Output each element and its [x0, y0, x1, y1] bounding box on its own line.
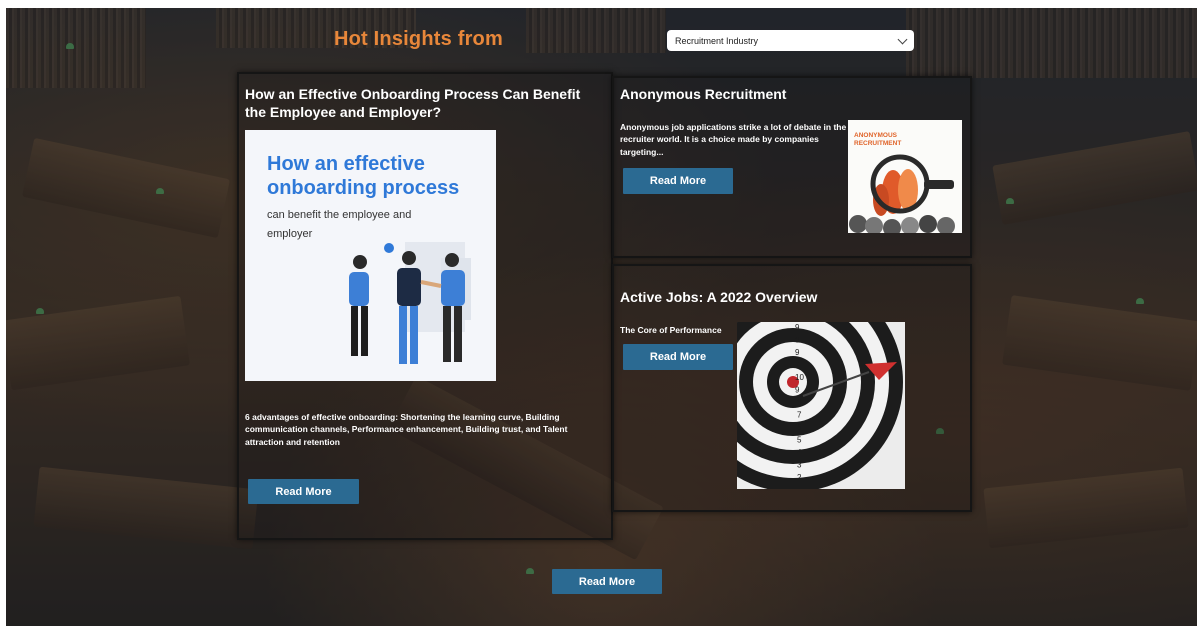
article-image-dartboard: 9 8 9 7 10 9 8 7 6 5 4 3 2	[737, 322, 905, 489]
article-title[interactable]: Active Jobs: A 2022 Overview	[620, 289, 880, 307]
article-image-anonymous: ANONYMOUS RECRUITMENT	[848, 120, 962, 233]
dartboard-number: 3	[797, 461, 802, 470]
page-title: Hot Insights from	[334, 28, 503, 50]
article-summary: The Core of Performance	[620, 325, 722, 335]
article-summary: Anonymous job applications strike a lot …	[620, 122, 847, 157]
dartboard-number: 9	[795, 348, 800, 357]
dartboard-illustration: 9 8 9 7 10 9 8 7 6 5 4 3 2	[737, 322, 903, 489]
dartboard-number: 10	[795, 373, 804, 382]
dartboard-number: 9	[795, 323, 800, 332]
article-summary: 6 advantages of effective onboarding: Sh…	[245, 412, 568, 447]
dartboard-number: 7	[795, 361, 800, 370]
dartboard-number: 6	[797, 423, 802, 432]
article-title[interactable]: How an Effective Onboarding Process Can …	[245, 86, 585, 121]
dartboard-number: 7	[797, 411, 802, 420]
read-more-button-footer[interactable]: Read More	[552, 569, 662, 594]
industry-select[interactable]: Recruitment Industry	[667, 30, 914, 51]
team-illustration	[349, 242, 471, 364]
magnifier-illustration	[849, 154, 955, 233]
dartboard-number: 8	[795, 336, 800, 345]
read-more-button-active-jobs[interactable]: Read More	[623, 344, 733, 370]
dartboard-number: 8	[797, 398, 802, 407]
read-more-button-onboarding[interactable]: Read More	[248, 479, 359, 504]
dartboard-number: 5	[797, 436, 802, 445]
read-more-button-anonymous[interactable]: Read More	[623, 168, 733, 194]
dartboard-number: 2	[797, 473, 802, 482]
industry-select-value: Recruitment Industry	[675, 35, 759, 46]
dartboard-number: 4	[797, 448, 802, 457]
chevron-down-icon	[897, 34, 908, 44]
article-image-onboarding: How an effective onboarding process can …	[245, 130, 496, 381]
dartboard-number: 9	[795, 386, 800, 395]
article-title[interactable]: Anonymous Recruitment	[620, 86, 840, 104]
